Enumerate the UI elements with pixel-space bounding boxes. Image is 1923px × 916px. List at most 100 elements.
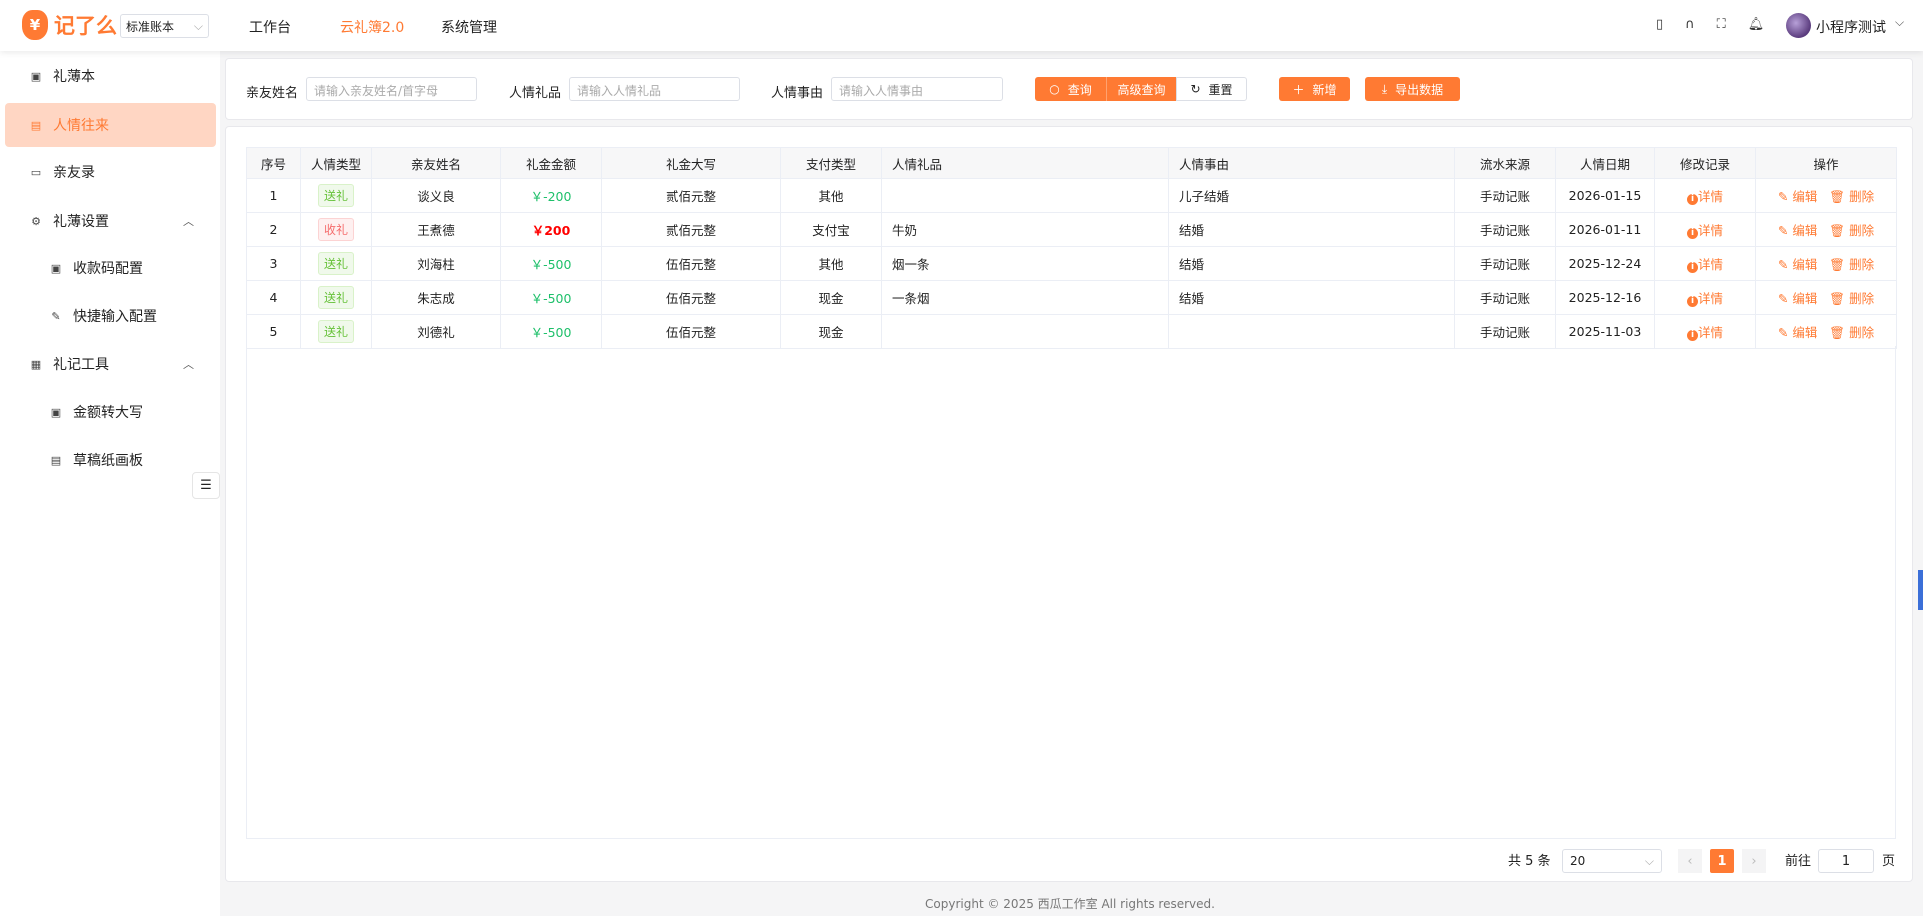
detail-link[interactable]: i 详情 bbox=[1654, 178, 1756, 213]
cell-date: 2026-01-11 bbox=[1555, 212, 1655, 247]
scrollbar-thumb[interactable] bbox=[1918, 570, 1923, 610]
edit-button[interactable]: ✎ 编辑 bbox=[1778, 257, 1817, 272]
delete-button[interactable]: 🗑︎ 删除 bbox=[1829, 257, 1874, 272]
column-header: 人情事由 bbox=[1168, 147, 1455, 179]
cell-pay-type: 支付宝 bbox=[780, 212, 882, 247]
book-icon: ▣ bbox=[30, 69, 42, 83]
avatar[interactable] bbox=[1786, 13, 1811, 38]
fullscreen-icon[interactable]: ⛶ bbox=[1717, 17, 1726, 32]
delete-button[interactable]: 🗑︎ 删除 bbox=[1829, 291, 1874, 306]
cell-amount: ￥200 bbox=[500, 212, 602, 247]
name-label: 亲友姓名 bbox=[246, 86, 299, 101]
book-select[interactable]: 标准账本 ⌵ bbox=[120, 14, 209, 38]
type-tag: 送礼 bbox=[317, 286, 354, 309]
sidebar-item-amount-upper[interactable]: ▣ 金额转大写 bbox=[5, 390, 216, 434]
cell-no: 3 bbox=[246, 246, 301, 281]
prev-page-button[interactable]: ‹ bbox=[1678, 849, 1702, 873]
sidebar-item-draft-board[interactable]: ▤ 草稿纸画板 bbox=[5, 438, 216, 482]
bell-icon[interactable]: 🔔︎ bbox=[1748, 17, 1765, 32]
tablet-icon[interactable]: ▯ bbox=[1656, 17, 1663, 32]
nav-workbench[interactable]: 工作台 bbox=[249, 17, 291, 37]
detail-link[interactable]: i 详情 bbox=[1654, 280, 1756, 315]
detail-label: 详情 bbox=[1697, 291, 1723, 306]
delete-button[interactable]: 🗑︎ 删除 bbox=[1829, 189, 1874, 204]
nav-cloud-gift-book[interactable]: 云礼簿2.0 bbox=[340, 17, 404, 37]
next-page-button[interactable]: › bbox=[1742, 849, 1766, 873]
detail-label: 详情 bbox=[1697, 257, 1723, 272]
table-row[interactable]: 1 送礼 谈义良 ￥-200 贰佰元整 其他 儿子结婚 手动记账 2026-01-15 i 详情 ✎ … bbox=[246, 178, 1897, 213]
page-1-button[interactable]: 1 bbox=[1710, 849, 1734, 873]
chevron-down-icon: ⌵ bbox=[193, 18, 203, 33]
detail-link[interactable]: i 详情 bbox=[1654, 314, 1756, 349]
column-header: 礼金大写 bbox=[601, 147, 781, 179]
delete-button[interactable]: 🗑︎ 删除 bbox=[1829, 223, 1874, 238]
chevron-left-icon: ‹ bbox=[1687, 853, 1693, 869]
column-header: 序号 bbox=[246, 147, 301, 179]
delete-button[interactable]: 🗑︎ 删除 bbox=[1829, 325, 1874, 340]
sidebar-item-quick-input[interactable]: ✎ 快捷输入配置 bbox=[5, 294, 216, 338]
sidebar-item-qr-config[interactable]: ▣ 收款码配置 bbox=[5, 246, 216, 290]
table-row[interactable]: 3 送礼 刘海柱 ￥-500 伍佰元整 其他 烟一条 结婚 手动记账 2025-12-24 i 详情 ✎… bbox=[246, 246, 1897, 281]
logo[interactable]: ¥ 记了么 bbox=[22, 10, 117, 40]
edit-button[interactable]: ✎ 编辑 bbox=[1778, 223, 1817, 238]
edit-icon: ✎ bbox=[1777, 291, 1789, 306]
goto-page-input[interactable]: 1 bbox=[1818, 849, 1874, 873]
table-row[interactable]: 4 送礼 朱志成 ￥-500 伍佰元整 现金 一条烟 结婚 手动记账 2025-12-16 i 详情 ✎… bbox=[246, 280, 1897, 315]
page-size-select[interactable]: 20 ⌵ bbox=[1562, 849, 1662, 873]
query-button[interactable]: ○ 查询 bbox=[1035, 77, 1106, 101]
cell-name: 谈义良 bbox=[371, 178, 501, 213]
name-input[interactable]: 请输入亲友姓名/首字母 bbox=[306, 77, 477, 101]
type-tag: 收礼 bbox=[317, 218, 354, 241]
collapse-sidebar-button[interactable]: ☰ bbox=[192, 472, 220, 499]
sidebar-item-label: 收款码配置 bbox=[73, 261, 143, 277]
edit-button[interactable]: ✎ 编辑 bbox=[1778, 325, 1817, 340]
edit-button[interactable]: ✎ 编辑 bbox=[1778, 189, 1817, 204]
cell-amount-upper: 贰佰元整 bbox=[601, 178, 781, 213]
trash-icon: 🗑︎ bbox=[1829, 291, 1846, 306]
export-button[interactable]: ⤓ 导出数据 bbox=[1365, 77, 1460, 101]
column-header: 流水来源 bbox=[1454, 147, 1556, 179]
delete-label: 删除 bbox=[1849, 291, 1875, 306]
folder-icon: ▭ bbox=[30, 165, 42, 179]
trash-icon: 🗑︎ bbox=[1829, 189, 1846, 204]
reset-button[interactable]: ↻ 重置 bbox=[1176, 77, 1247, 101]
qr-icon: ▣ bbox=[50, 261, 62, 275]
type-tag: 送礼 bbox=[317, 184, 354, 207]
detail-link[interactable]: i 详情 bbox=[1654, 212, 1756, 247]
table-row[interactable]: 2 收礼 王煮德 ￥200 贰佰元整 支付宝 牛奶 结婚 手动记账 2026-01-11 i 详情 ✎ … bbox=[246, 212, 1897, 247]
gift-input[interactable]: 请输入人情礼品 bbox=[569, 77, 740, 101]
user-name[interactable]: 小程序测试 bbox=[1816, 17, 1886, 37]
cell-amount-upper: 伍佰元整 bbox=[601, 246, 781, 281]
plus-icon: ＋ bbox=[1292, 82, 1305, 97]
sidebar-item-settings[interactable]: ⚙ 礼薄设置 ︿ bbox=[5, 199, 216, 243]
nav-system-management[interactable]: 系统管理 bbox=[441, 17, 497, 37]
cell-reason: 结婚 bbox=[1168, 212, 1455, 247]
edit-icon: ✎ bbox=[1777, 257, 1789, 272]
sidebar-item-relations[interactable]: ▤ 人情往来 bbox=[5, 103, 216, 147]
cell-actions: ✎ 编辑 🗑︎ 删除 bbox=[1755, 246, 1897, 281]
sidebar-item-label: 快捷输入配置 bbox=[73, 309, 157, 325]
cell-amount-upper: 伍佰元整 bbox=[601, 280, 781, 315]
search-icon: ○ bbox=[1049, 82, 1060, 96]
reason-input[interactable]: 请输入人情事由 bbox=[831, 77, 1003, 101]
table-row[interactable]: 5 送礼 刘德礼 ￥-500 伍佰元整 现金 手动记账 2025-11-03 i 详情 ✎ 编辑 🗑… bbox=[246, 314, 1897, 349]
cell-pay-type: 现金 bbox=[780, 280, 882, 315]
detail-link[interactable]: i 详情 bbox=[1654, 246, 1756, 281]
advanced-query-button[interactable]: 高级查询 bbox=[1106, 77, 1176, 101]
cell-pay-type: 其他 bbox=[780, 246, 882, 281]
cell-reason: 结婚 bbox=[1168, 246, 1455, 281]
add-button[interactable]: ＋ 新增 bbox=[1279, 77, 1350, 101]
delete-label: 删除 bbox=[1849, 223, 1875, 238]
sidebar-item-label: 亲友录 bbox=[53, 165, 95, 181]
sidebar-item-label: 金额转大写 bbox=[73, 405, 143, 421]
sidebar-item-tools[interactable]: ▦ 礼记工具 ︿ bbox=[5, 342, 216, 386]
headset-icon[interactable]: ∩ bbox=[1685, 17, 1695, 32]
sidebar-item-contacts[interactable]: ▭ 亲友录 bbox=[5, 150, 216, 194]
chevron-down-icon[interactable]: ⌵ bbox=[1895, 15, 1904, 30]
detail-label: 详情 bbox=[1697, 189, 1723, 204]
cell-type: 送礼 bbox=[300, 280, 372, 315]
cell-amount: ￥-500 bbox=[500, 314, 602, 349]
sidebar-item-gift-book[interactable]: ▣ 礼薄本 bbox=[5, 54, 216, 98]
edit-button[interactable]: ✎ 编辑 bbox=[1778, 291, 1817, 306]
cell-no: 4 bbox=[246, 280, 301, 315]
